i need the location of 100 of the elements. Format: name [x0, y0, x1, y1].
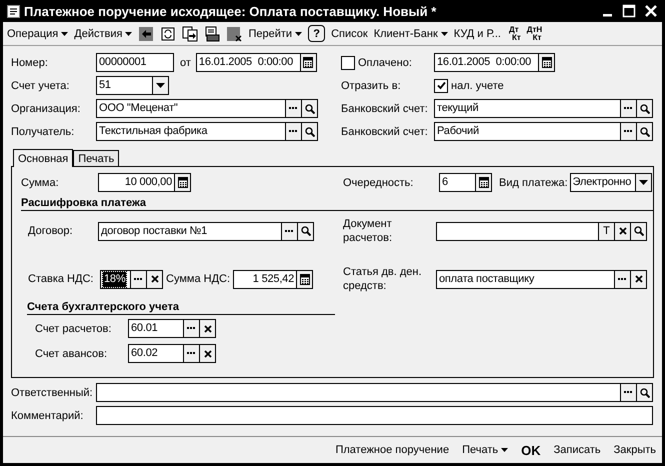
- combo-box[interactable]: 51: [96, 76, 169, 95]
- menu-button[interactable]: Печать: [462, 444, 508, 456]
- caret-icon: [156, 83, 165, 88]
- calendar-icon: [542, 57, 552, 68]
- clear-icon: [150, 275, 158, 283]
- ellipsis-button[interactable]: [620, 123, 636, 140]
- dropdown-button[interactable]: [152, 77, 168, 94]
- ellipsis-button[interactable]: [183, 320, 199, 337]
- clear-button[interactable]: [199, 345, 215, 362]
- ellipsis-icon: [624, 391, 633, 394]
- clear-icon: [204, 324, 212, 332]
- checkbox-label: нал. учете: [451, 80, 504, 92]
- ellipsis-button[interactable]: [620, 384, 636, 401]
- field-label: Сумма:: [21, 176, 60, 188]
- debit-credit-button[interactable]: ДтН Кт: [526, 26, 542, 42]
- search-button[interactable]: [297, 222, 313, 240]
- combo-box[interactable]: Электронно: [570, 173, 652, 192]
- clear-button[interactable]: [614, 222, 630, 240]
- search-button[interactable]: [301, 100, 317, 117]
- search-button[interactable]: [301, 123, 317, 140]
- input-field[interactable]: оплата поставщику: [436, 270, 647, 288]
- input-field[interactable]: 60.01: [128, 319, 216, 338]
- footer-button[interactable]: Платежное поручение: [335, 444, 450, 456]
- number-field[interactable]: 10 000,00: [98, 173, 191, 192]
- footer-button[interactable]: Закрыть: [614, 444, 656, 456]
- calendar-button[interactable]: [300, 54, 316, 71]
- footer-button[interactable]: Записать: [554, 444, 601, 456]
- document-icon: [7, 4, 20, 18]
- number-field[interactable]: 1 525,42: [233, 270, 314, 288]
- search-button[interactable]: [630, 222, 646, 240]
- field-label: Счет расчетов:: [35, 322, 112, 334]
- number-field[interactable]: 6: [439, 173, 492, 192]
- tab[interactable]: Печать: [73, 150, 120, 166]
- toolbar-icon[interactable]: [226, 26, 242, 42]
- toolbar-icon[interactable]: [204, 26, 220, 42]
- clear-button[interactable]: [199, 320, 215, 337]
- menu-button[interactable]: Операция: [7, 28, 68, 40]
- tab[interactable]: Основная: [13, 149, 74, 167]
- field-label: Организация:: [11, 102, 82, 114]
- calculator-icon: [478, 177, 488, 188]
- help-button[interactable]: ?: [308, 25, 326, 42]
- search-button[interactable]: [636, 384, 652, 401]
- caret-icon: [501, 448, 508, 452]
- toolbar-button[interactable]: КУД и Р...: [454, 28, 501, 40]
- field-label: Договор:: [28, 225, 74, 237]
- ellipsis-button[interactable]: [285, 100, 301, 117]
- ellipsis-button[interactable]: [281, 222, 297, 240]
- ellipsis-button[interactable]: [183, 345, 199, 362]
- ellipsis-button[interactable]: [620, 100, 636, 117]
- ellipsis-icon: [618, 278, 627, 280]
- field-text: 18%: [103, 272, 126, 286]
- search-button[interactable]: [636, 100, 652, 117]
- checkbox[interactable]: [434, 78, 448, 92]
- search-icon: [640, 126, 650, 136]
- ellipsis-button[interactable]: [614, 270, 630, 288]
- date-field[interactable]: 16.01.2005 0:00:00: [434, 53, 555, 72]
- input-field[interactable]: [96, 406, 653, 425]
- input-field[interactable]: T: [436, 222, 647, 240]
- ok-button[interactable]: OK: [521, 442, 541, 458]
- input-field[interactable]: [96, 383, 653, 402]
- input-field[interactable]: 18%: [100, 270, 163, 288]
- menu-button[interactable]: Действия: [74, 28, 132, 40]
- ellipsis-button[interactable]: [130, 270, 146, 288]
- caret-icon: [295, 32, 302, 36]
- checkbox[interactable]: [341, 56, 355, 70]
- menu-button[interactable]: Перейти: [248, 28, 302, 40]
- field-label: Ответственный:: [11, 386, 94, 398]
- input-field[interactable]: Текстильная фабрика: [96, 122, 318, 141]
- toolbar-icon[interactable]: [138, 26, 154, 42]
- clear-icon: [204, 350, 212, 358]
- search-button[interactable]: [636, 123, 652, 140]
- input-field[interactable]: договор поставки №1: [98, 222, 314, 240]
- input-field[interactable]: текущий: [434, 99, 653, 118]
- field-label: Номер:: [11, 56, 49, 68]
- debit-credit-button[interactable]: Дт Кт: [506, 26, 521, 42]
- toolbar-icon[interactable]: [160, 26, 176, 42]
- menu-button[interactable]: Клиент-Банк: [374, 28, 448, 40]
- input-field[interactable]: 60.02: [128, 344, 216, 363]
- ellipsis-button[interactable]: [285, 123, 301, 140]
- calculator-button[interactable]: [475, 174, 491, 191]
- date-field[interactable]: 16.01.2005 0:00:00: [196, 53, 317, 72]
- input-field[interactable]: 00000001: [96, 53, 174, 72]
- calculator-icon: [300, 274, 310, 284]
- maximize-icon[interactable]: [622, 4, 636, 18]
- field-label: Вид платежа:: [499, 176, 568, 188]
- toolbar-button[interactable]: Список: [331, 28, 368, 40]
- calendar-button[interactable]: [538, 54, 554, 71]
- dropdown-button[interactable]: [634, 174, 651, 191]
- text-button[interactable]: T: [598, 222, 614, 240]
- ellipsis-icon: [187, 327, 196, 330]
- field-label: Банковский счет:: [341, 102, 429, 114]
- input-field[interactable]: Рабочий: [434, 122, 653, 141]
- clear-button[interactable]: [146, 270, 162, 288]
- toolbar-icon[interactable]: [182, 26, 198, 42]
- input-field[interactable]: ООО "Меценат": [96, 99, 318, 118]
- caret-icon: [125, 32, 132, 36]
- close-icon[interactable]: [644, 4, 658, 18]
- calculator-button[interactable]: [296, 270, 312, 288]
- calculator-button[interactable]: [174, 174, 190, 191]
- clear-button[interactable]: [630, 270, 646, 288]
